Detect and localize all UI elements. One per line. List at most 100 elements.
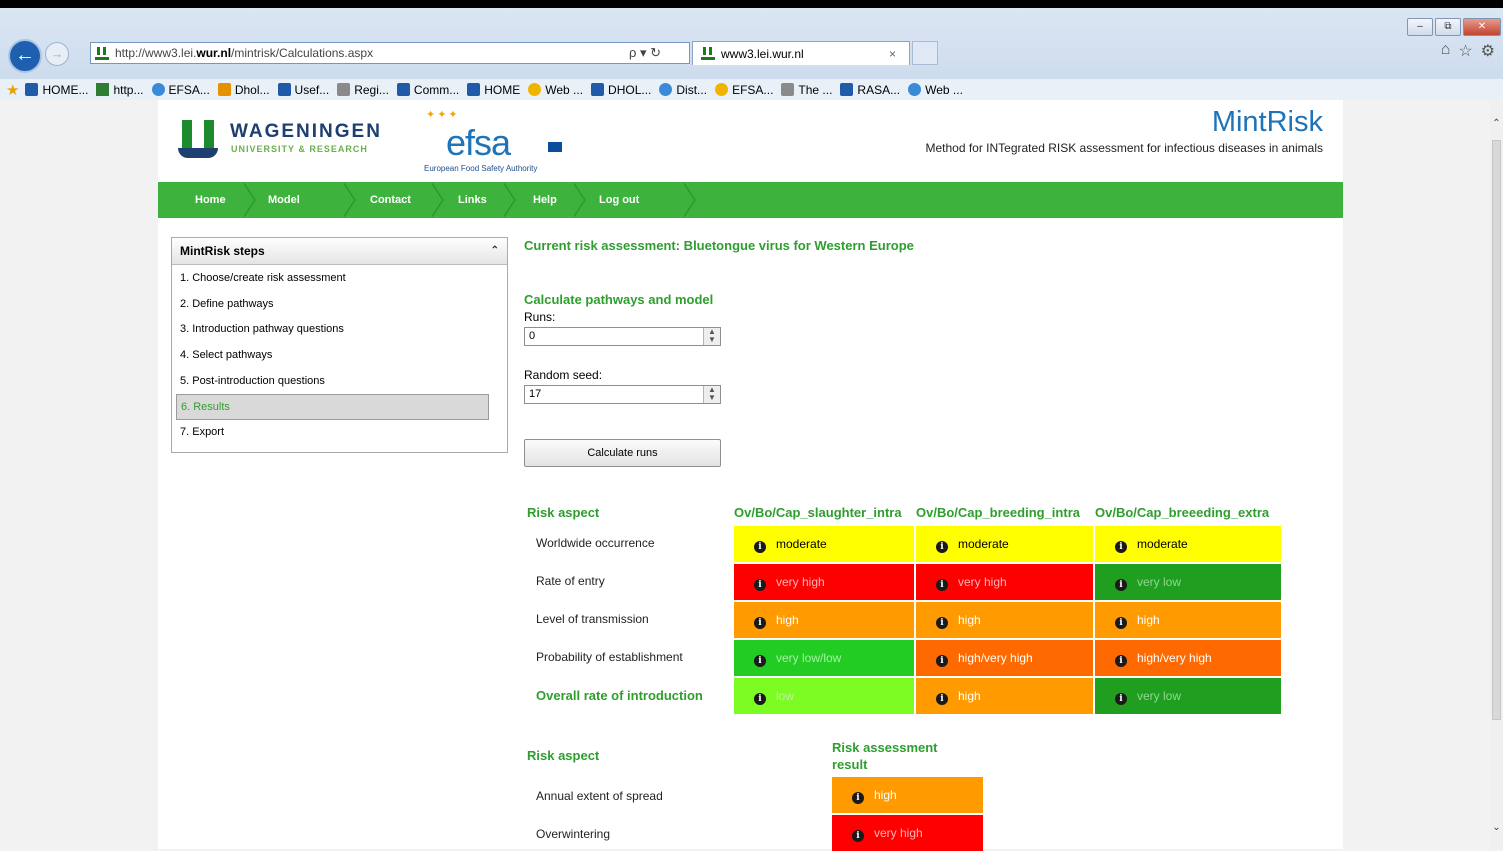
runs-spinner-icon[interactable]: ▲ ▼	[703, 328, 720, 345]
scroll-down-icon[interactable]: ⌄	[1490, 822, 1503, 833]
favorite-item[interactable]: DHOL...	[591, 83, 651, 97]
step-item[interactable]: 6. Results	[176, 394, 489, 421]
info-icon[interactable]: i	[936, 541, 948, 553]
eu-flag-icon	[548, 142, 562, 152]
tab-close-icon[interactable]: ×	[889, 47, 909, 61]
info-icon[interactable]: i	[754, 617, 766, 629]
step-item[interactable]: 1. Choose/create risk assessment	[172, 266, 507, 292]
browser-tab[interactable]: www3.lei.wur.nl ×	[692, 41, 910, 65]
wageningen-logo[interactable]: WAGENINGEN UNIVERSITY & RESEARCH	[178, 118, 408, 164]
risk-cell[interactable]: i high	[916, 678, 1093, 714]
info-icon[interactable]: i	[754, 693, 766, 705]
efsa-logo[interactable]: ✦✦✦ efsa European Food Safety Authority	[424, 108, 574, 174]
favorites-add-icon[interactable]: ★	[6, 81, 19, 99]
home-icon[interactable]: ⌂	[1441, 41, 1451, 61]
favorite-item[interactable]: http...	[96, 83, 144, 97]
risk-cell[interactable]: i high/very high	[916, 640, 1093, 676]
seed-input[interactable]: 17 ▲ ▼	[524, 385, 721, 404]
risk-cell[interactable]: i moderate	[916, 526, 1093, 562]
info-icon[interactable]: i	[936, 655, 948, 667]
risk-cell[interactable]: i very low	[1095, 564, 1281, 600]
favorite-item[interactable]: Web ...	[528, 83, 583, 97]
step-item[interactable]: 5. Post-introduction questions	[172, 369, 507, 395]
risk-cell[interactable]: i moderate	[734, 526, 914, 562]
forward-button[interactable]: →	[45, 42, 69, 66]
menu-contact[interactable]: Contact	[370, 182, 411, 218]
favorite-item[interactable]: Usef...	[277, 83, 329, 97]
favorite-item[interactable]: The ...	[781, 83, 832, 97]
menu-model[interactable]: Model	[268, 182, 300, 218]
risk-level: high	[776, 613, 799, 627]
search-refresh-icon[interactable]: ρ ▾ ↻	[629, 45, 689, 61]
risk-cell[interactable]: i very high	[734, 564, 914, 600]
wur-logo-icon	[178, 120, 222, 160]
favorite-label: RASA...	[857, 82, 901, 97]
risk-cell[interactable]: i high	[1095, 602, 1281, 638]
risk-cell[interactable]: i high/very high	[1095, 640, 1281, 676]
menu-logout[interactable]: Log out	[599, 182, 639, 218]
risk-cell[interactable]: i low	[734, 678, 914, 714]
info-icon[interactable]: i	[852, 792, 864, 804]
risk-cell[interactable]: i moderate	[1095, 526, 1281, 562]
favorite-item[interactable]: EFSA...	[151, 83, 210, 97]
risk-level: high/very high	[1137, 651, 1212, 665]
favorite-item[interactable]: Dist...	[659, 83, 707, 97]
info-icon[interactable]: i	[852, 830, 864, 842]
info-icon[interactable]: i	[754, 655, 766, 667]
scroll-thumb[interactable]	[1492, 140, 1501, 720]
step-item[interactable]: 7. Export	[172, 420, 507, 446]
menu-links[interactable]: Links	[458, 182, 487, 218]
favorite-item[interactable]: Comm...	[396, 83, 459, 97]
favorites-star-icon[interactable]: ☆	[1458, 41, 1472, 61]
restore-button[interactable]: ⧉	[1435, 18, 1461, 36]
page-scrollbar[interactable]: ⌃ ⌄	[1490, 100, 1503, 849]
close-button[interactable]: ✕	[1463, 18, 1501, 36]
step-item[interactable]: 3. Introduction pathway questions	[172, 317, 507, 343]
steps-panel-header[interactable]: MintRisk steps ⌃	[172, 238, 507, 265]
address-bar[interactable]: http://www3.lei.wur.nl/mintrisk/Calculat…	[90, 42, 690, 64]
calculate-runs-button[interactable]: Calculate runs	[524, 439, 721, 467]
info-icon[interactable]: i	[1115, 541, 1127, 553]
risk-cell[interactable]: i very high	[832, 815, 983, 851]
favorite-item[interactable]: Dhol...	[217, 83, 270, 97]
info-icon[interactable]: i	[1115, 579, 1127, 591]
favorite-item[interactable]: RASA...	[840, 83, 900, 97]
info-icon[interactable]: i	[1115, 617, 1127, 629]
risk-cell[interactable]: i high	[916, 602, 1093, 638]
favorite-label: EFSA...	[732, 82, 774, 97]
minimize-button[interactable]: –	[1407, 18, 1433, 36]
runs-label: Runs:	[524, 310, 556, 324]
risk-level: moderate	[958, 537, 1009, 551]
risk-cell[interactable]: i very low	[1095, 678, 1281, 714]
info-icon[interactable]: i	[936, 579, 948, 591]
info-icon[interactable]: i	[754, 541, 766, 553]
risk-cell[interactable]: i high	[734, 602, 914, 638]
main-menu: Home Model Contact Links Help Log out	[158, 182, 1343, 218]
favorite-item[interactable]: Regi...	[337, 83, 389, 97]
steps-list: 1. Choose/create risk assessment 2. Defin…	[172, 266, 507, 446]
favorite-item[interactable]: HOME	[467, 83, 520, 97]
row-label: Level of transmission	[536, 612, 649, 626]
menu-help[interactable]: Help	[533, 182, 557, 218]
step-item[interactable]: 4. Select pathways	[172, 343, 507, 369]
scroll-up-icon[interactable]: ⌃	[1490, 118, 1503, 129]
favorite-item[interactable]: EFSA...	[715, 83, 773, 97]
back-button[interactable]: ←	[8, 39, 42, 73]
info-icon[interactable]: i	[754, 579, 766, 591]
menu-home[interactable]: Home	[195, 182, 226, 218]
risk-cell[interactable]: i very low/low	[734, 640, 914, 676]
info-icon[interactable]: i	[936, 617, 948, 629]
info-icon[interactable]: i	[1115, 693, 1127, 705]
risk-cell[interactable]: i high	[832, 777, 983, 813]
runs-input[interactable]: 0 ▲ ▼	[524, 327, 721, 346]
info-icon[interactable]: i	[936, 693, 948, 705]
favorite-item[interactable]: Web ...	[908, 83, 963, 97]
new-tab-button[interactable]	[912, 41, 938, 65]
risk-cell[interactable]: i very high	[916, 564, 1093, 600]
collapse-icon[interactable]: ⌃	[491, 238, 499, 264]
seed-spinner-icon[interactable]: ▲ ▼	[703, 386, 720, 403]
favorite-item[interactable]: HOME...	[25, 83, 88, 97]
info-icon[interactable]: i	[1115, 655, 1127, 667]
settings-gear-icon[interactable]: ⚙	[1481, 41, 1495, 61]
step-item[interactable]: 2. Define pathways	[172, 292, 507, 318]
